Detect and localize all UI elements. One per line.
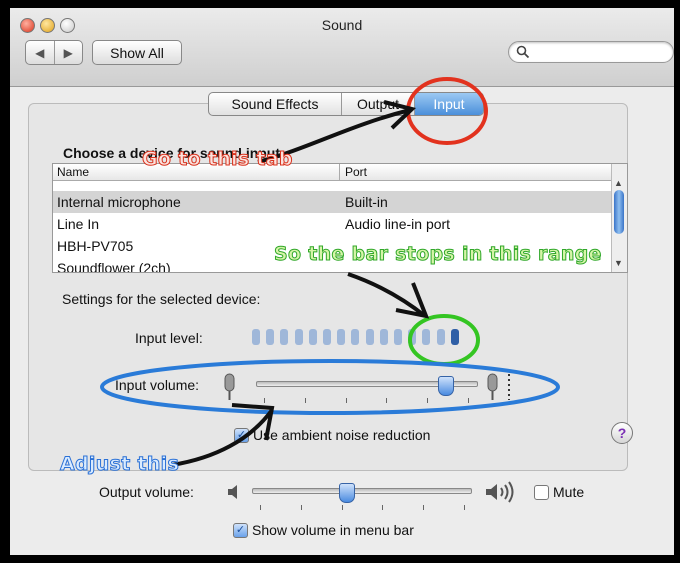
help-button[interactable]: ? bbox=[611, 422, 633, 444]
device-name: HBH-PV705 bbox=[57, 238, 134, 254]
column-header-port[interactable]: Port bbox=[345, 165, 367, 179]
table-row[interactable]: Line In Audio line-in port bbox=[53, 213, 611, 235]
tab-output[interactable]: Output bbox=[342, 93, 415, 115]
scroll-down-arrow-icon[interactable]: ▼ bbox=[614, 258, 623, 268]
output-volume-slider-knob[interactable] bbox=[338, 483, 355, 503]
ambient-noise-checkbox[interactable]: ✓ bbox=[234, 428, 249, 443]
window-title: Sound bbox=[321, 17, 363, 33]
device-port: Audio line-in port bbox=[345, 216, 451, 232]
input-volume-label: Input volume: bbox=[115, 377, 200, 393]
show-volume-checkbox[interactable]: ✓ bbox=[233, 523, 248, 538]
slider-tick bbox=[345, 398, 347, 403]
settings-heading: Settings for the selected device: bbox=[62, 291, 261, 307]
input-level-segment bbox=[280, 329, 289, 345]
forward-arrow-icon[interactable]: ▶ bbox=[55, 41, 83, 64]
input-level-segment bbox=[323, 329, 331, 345]
input-level-segment bbox=[436, 329, 445, 345]
tab-sound-effects[interactable]: Sound Effects bbox=[209, 93, 342, 115]
slider-tick bbox=[468, 398, 469, 403]
table-row[interactable]: Internal microphone Built-in bbox=[53, 191, 611, 213]
input-level-segment bbox=[252, 329, 260, 345]
device-name: Soundflower (2ch) bbox=[57, 260, 171, 273]
input-level-segment bbox=[379, 329, 388, 345]
slider-tick bbox=[260, 505, 261, 510]
mute-checkbox[interactable] bbox=[534, 485, 549, 500]
pane-tabs: Sound Effects Output Input bbox=[208, 92, 484, 116]
slider-tick bbox=[427, 398, 429, 403]
show-volume-label: Show volume in menu bar bbox=[252, 522, 414, 538]
input-level-segment bbox=[308, 329, 317, 345]
device-name: Line In bbox=[57, 216, 100, 232]
slider-tick bbox=[341, 505, 343, 510]
input-level-segment bbox=[365, 329, 374, 345]
back-forward-control: ◀ ▶ bbox=[25, 40, 83, 65]
slider-tick bbox=[382, 505, 384, 510]
slider-tick bbox=[464, 505, 465, 510]
input-level-segment bbox=[266, 329, 275, 345]
input-level-segment bbox=[408, 329, 417, 345]
annotation-adjust-this: Adjust this bbox=[59, 453, 180, 476]
show-all-button[interactable]: Show All bbox=[92, 40, 182, 65]
input-level-segment bbox=[394, 329, 402, 345]
device-name: Internal microphone bbox=[57, 194, 181, 210]
slider-tick bbox=[300, 505, 302, 510]
search-field[interactable] bbox=[508, 41, 674, 63]
annotation-bar-range: So the bar stops in this range bbox=[274, 243, 602, 266]
slider-tick bbox=[264, 398, 265, 403]
input-level-segment bbox=[337, 329, 346, 345]
column-header-name[interactable]: Name bbox=[57, 165, 89, 179]
output-volume-label: Output volume: bbox=[99, 484, 194, 500]
title-bar: Sound ◀ ▶ Show All bbox=[10, 8, 674, 87]
device-port: Built-in bbox=[345, 194, 388, 210]
slider-tick bbox=[386, 398, 388, 403]
input-level-segment bbox=[422, 329, 431, 345]
scroll-up-arrow-icon[interactable]: ▲ bbox=[614, 178, 623, 188]
input-level-segment bbox=[294, 329, 303, 345]
mute-label: Mute bbox=[553, 484, 585, 500]
scrollbar-thumb[interactable] bbox=[614, 190, 624, 234]
annotation-go-to-tab: Go to this tab bbox=[142, 148, 293, 171]
output-volume-track[interactable] bbox=[252, 488, 472, 494]
ambient-noise-label: Use ambient noise reduction bbox=[253, 427, 431, 443]
column-divider bbox=[339, 164, 340, 181]
input-volume-slider-knob[interactable] bbox=[438, 376, 455, 396]
back-arrow-icon[interactable]: ◀ bbox=[26, 41, 55, 64]
device-table-scrollbar[interactable]: ▲ ▼ bbox=[611, 164, 627, 272]
tab-input[interactable]: Input bbox=[415, 93, 483, 115]
device-table-header: Name Port bbox=[53, 164, 611, 181]
search-icon bbox=[516, 45, 530, 59]
slider-tick bbox=[423, 505, 425, 510]
input-level-label: Input level: bbox=[135, 330, 203, 346]
input-level-segment bbox=[351, 329, 360, 345]
slider-tick bbox=[304, 398, 306, 403]
input-level-segment bbox=[450, 329, 459, 345]
